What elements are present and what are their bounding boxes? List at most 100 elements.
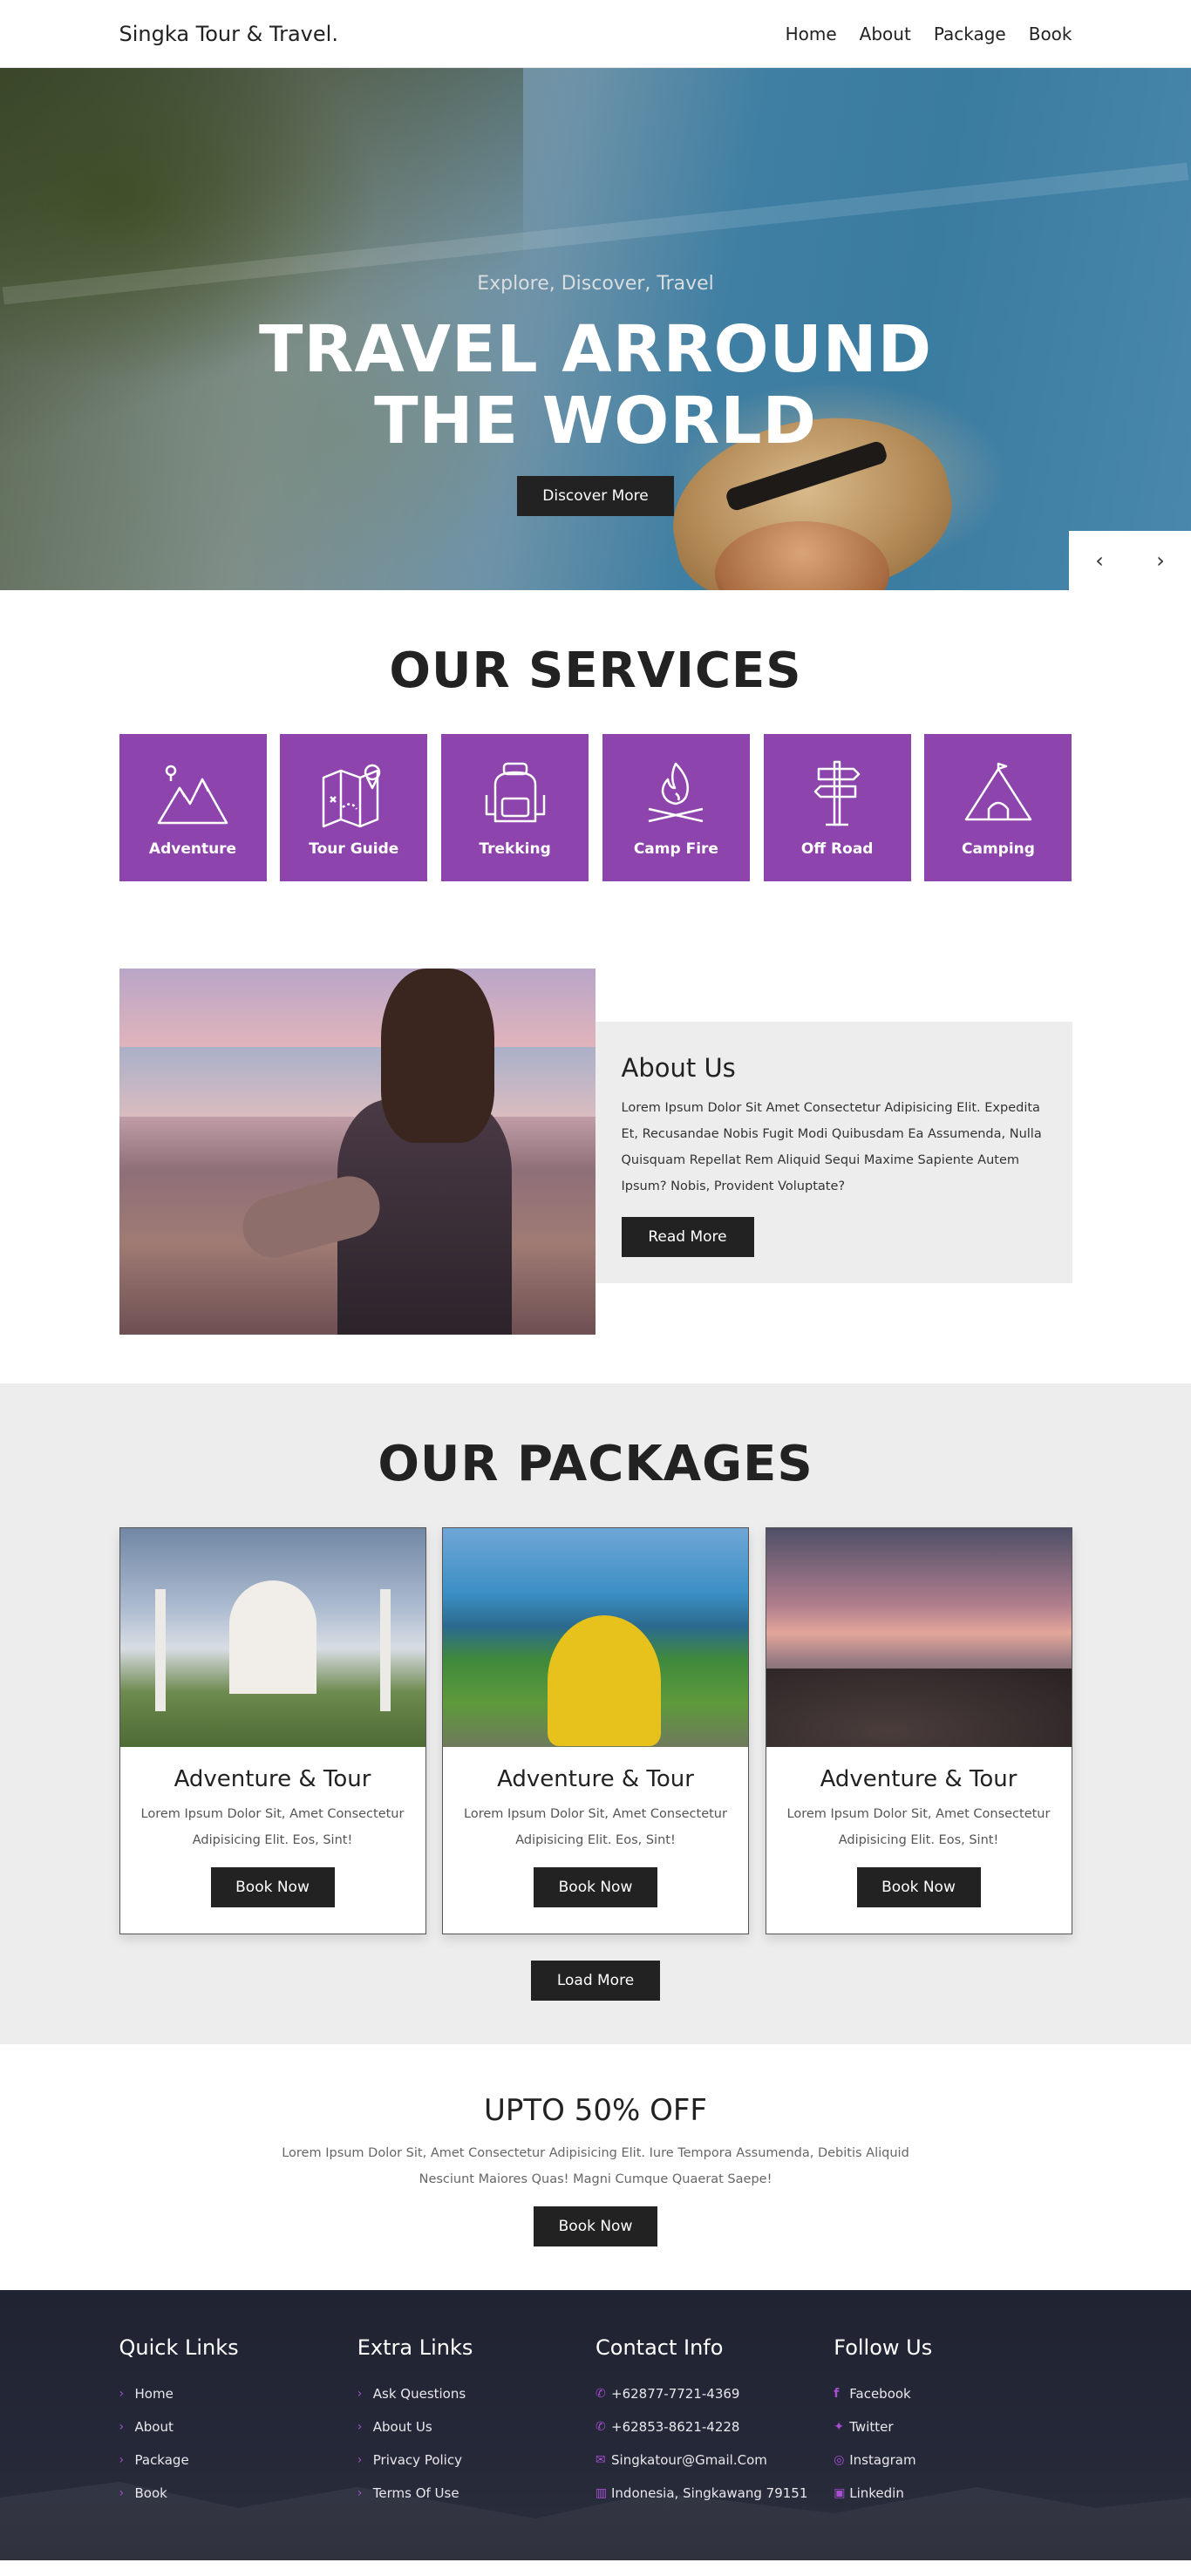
backpack-icon	[485, 762, 545, 822]
package-image-island	[443, 1528, 748, 1747]
load-more-wrap: Load More	[119, 1961, 1072, 2001]
footer-link-ask-questions[interactable]: › Ask Questions	[357, 2377, 596, 2410]
services-title: OUR SERVICES	[389, 642, 802, 699]
envelope-icon: ✉	[596, 2453, 606, 2467]
about-section: About Us Lorem Ipsum Dolor Sit Amet Cons…	[0, 969, 1191, 1383]
hero-title-line2: THE WORLD	[374, 384, 817, 459]
book-now-button[interactable]: Book Now	[534, 1867, 657, 1907]
campfire-icon	[649, 762, 704, 822]
services-grid: Adventure Tour Guide Trekking Camp Fire …	[119, 734, 1072, 881]
service-tour-guide[interactable]: Tour Guide	[280, 734, 428, 881]
map-icon	[322, 764, 381, 827]
about-image-sea	[119, 1047, 596, 1117]
service-label: Tour Guide	[309, 839, 399, 858]
package-title: Adventure & Tour	[497, 1766, 694, 1792]
footer-link-terms[interactable]: › Terms Of Use	[357, 2477, 596, 2510]
footer-link-package[interactable]: › Package	[119, 2443, 357, 2477]
footer-heading: Quick Links	[119, 2335, 239, 2360]
service-trekking[interactable]: Trekking	[441, 734, 589, 881]
social-twitter[interactable]: ✦ Twitter	[834, 2410, 1072, 2443]
hero-title-line1: TRAVEL ARROUND	[258, 312, 933, 387]
footer-link-label: Home	[134, 2386, 174, 2402]
service-label: Camp Fire	[633, 839, 718, 858]
chevron-right-icon: ›	[357, 2486, 363, 2500]
package-image-sunset-lake	[766, 1528, 1072, 1747]
social-label: Instagram	[849, 2452, 916, 2468]
read-more-button[interactable]: Read More	[621, 1217, 754, 1257]
about-title: About Us	[621, 1053, 736, 1083]
main-nav: Home About Package Book	[763, 24, 1072, 44]
book-now-button[interactable]: Book Now	[210, 1867, 335, 1907]
chevron-right-icon: ›	[357, 2387, 363, 2401]
signpost-icon	[813, 760, 861, 826]
offer-text: Lorem Ipsum Dolor Sit, Amet Consectetur …	[282, 2146, 909, 2186]
package-title: Adventure & Tour	[820, 1766, 1017, 1792]
footer-extra-links: Extra Links › Ask Questions › About Us › Pr…	[357, 2335, 596, 2510]
social-label: Linkedin	[849, 2485, 904, 2501]
nav-book-link[interactable]: Book	[1029, 24, 1072, 44]
service-camping[interactable]: Camping	[924, 734, 1072, 881]
site-header: Singka Tour & Travel. Home About Package…	[0, 0, 1191, 68]
contact-phone-2[interactable]: ✆ +62853-8621-4228	[596, 2410, 834, 2443]
footer-link-about[interactable]: › About	[119, 2410, 357, 2443]
services-section: OUR SERVICES Adventure Tour Guide Trekki…	[0, 590, 1191, 969]
offer-book-now-button[interactable]: Book Now	[534, 2206, 657, 2246]
book-now-button[interactable]: Book Now	[856, 1867, 981, 1907]
package-text: Lorem Ipsum Dolor Sit, Amet Consectetur …	[464, 1807, 727, 1847]
contact-text: Indonesia, Singkawang 79151	[611, 2485, 808, 2501]
social-facebook[interactable]: f Facebook	[834, 2377, 1072, 2410]
image-rocks	[766, 1669, 1072, 1747]
service-camp-fire[interactable]: Camp Fire	[602, 734, 750, 881]
package-card: Adventure & Tour Lorem Ipsum Dolor Sit, …	[442, 1527, 749, 1934]
contact-text: +62853-8621-4228	[611, 2419, 740, 2435]
package-card: Adventure & Tour Lorem Ipsum Dolor Sit, …	[119, 1527, 426, 1934]
phone-icon: ✆	[596, 2420, 606, 2434]
discover-more-button[interactable]: Discover More	[517, 476, 674, 516]
packages-grid: Adventure & Tour Lorem Ipsum Dolor Sit, …	[119, 1527, 1072, 1934]
nav-home-link[interactable]: Home	[786, 24, 837, 44]
service-off-road[interactable]: Off Road	[763, 734, 911, 881]
footer-link-about-us[interactable]: › About Us	[357, 2410, 596, 2443]
package-title: Adventure & Tour	[174, 1766, 371, 1792]
chevron-right-icon: ›	[357, 2420, 363, 2434]
contact-text: +62877-7721-4369	[611, 2386, 740, 2402]
package-image-taj-mahal	[119, 1528, 425, 1747]
footer-link-label: About	[134, 2419, 174, 2435]
footer-link-privacy[interactable]: › Privacy Policy	[357, 2443, 596, 2477]
chevron-right-icon: ›	[119, 2453, 125, 2467]
image-minaret	[154, 1589, 166, 1711]
facebook-icon: f	[834, 2387, 840, 2401]
footer-link-label: Terms Of Use	[372, 2485, 459, 2501]
linkedin-icon: ▣	[834, 2486, 846, 2500]
social-instagram[interactable]: ◎ Instagram	[834, 2443, 1072, 2477]
footer-link-label: Package	[134, 2452, 189, 2468]
package-text: Lorem Ipsum Dolor Sit, Amet Consectetur …	[140, 1807, 405, 1847]
social-linkedin[interactable]: ▣ Linkedin	[834, 2477, 1072, 2510]
slider-prev-icon[interactable]: ‹	[1069, 531, 1130, 590]
tent-icon	[964, 762, 1032, 820]
footer-link-home[interactable]: › Home	[119, 2377, 357, 2410]
site-footer: Quick Links › Home › About › Package › Book …	[0, 2290, 1191, 2560]
contact-text: Singkatour@Gmail.Com	[611, 2452, 767, 2468]
nav-package-link[interactable]: Package	[934, 24, 1006, 44]
footer-link-label: Privacy Policy	[372, 2452, 462, 2468]
about-image-hair	[380, 969, 494, 1143]
slider-next-icon[interactable]: ›	[1130, 531, 1191, 590]
service-adventure[interactable]: Adventure	[119, 734, 267, 881]
phone-icon: ✆	[596, 2387, 606, 2401]
service-label: Trekking	[479, 839, 551, 858]
footer-quick-links: Quick Links › Home › About › Package › Book	[119, 2335, 357, 2510]
footer-link-label: Book	[134, 2485, 167, 2501]
mountains-icon	[157, 765, 228, 824]
contact-address[interactable]: ▥ Indonesia, Singkawang 79151	[596, 2477, 834, 2510]
site-logo[interactable]: Singka Tour & Travel.	[119, 22, 338, 46]
about-image	[119, 969, 596, 1335]
contact-email[interactable]: ✉ Singkatour@Gmail.Com	[596, 2443, 834, 2477]
footer-heading: Contact Info	[596, 2335, 724, 2360]
image-minaret	[379, 1589, 391, 1711]
packages-section: OUR PACKAGES Adventure & Tour Lorem Ipsu…	[0, 1383, 1191, 2044]
load-more-button[interactable]: Load More	[531, 1961, 660, 2001]
footer-link-book[interactable]: › Book	[119, 2477, 357, 2510]
nav-about-link[interactable]: About	[860, 24, 911, 44]
contact-phone-1[interactable]: ✆ +62877-7721-4369	[596, 2377, 834, 2410]
